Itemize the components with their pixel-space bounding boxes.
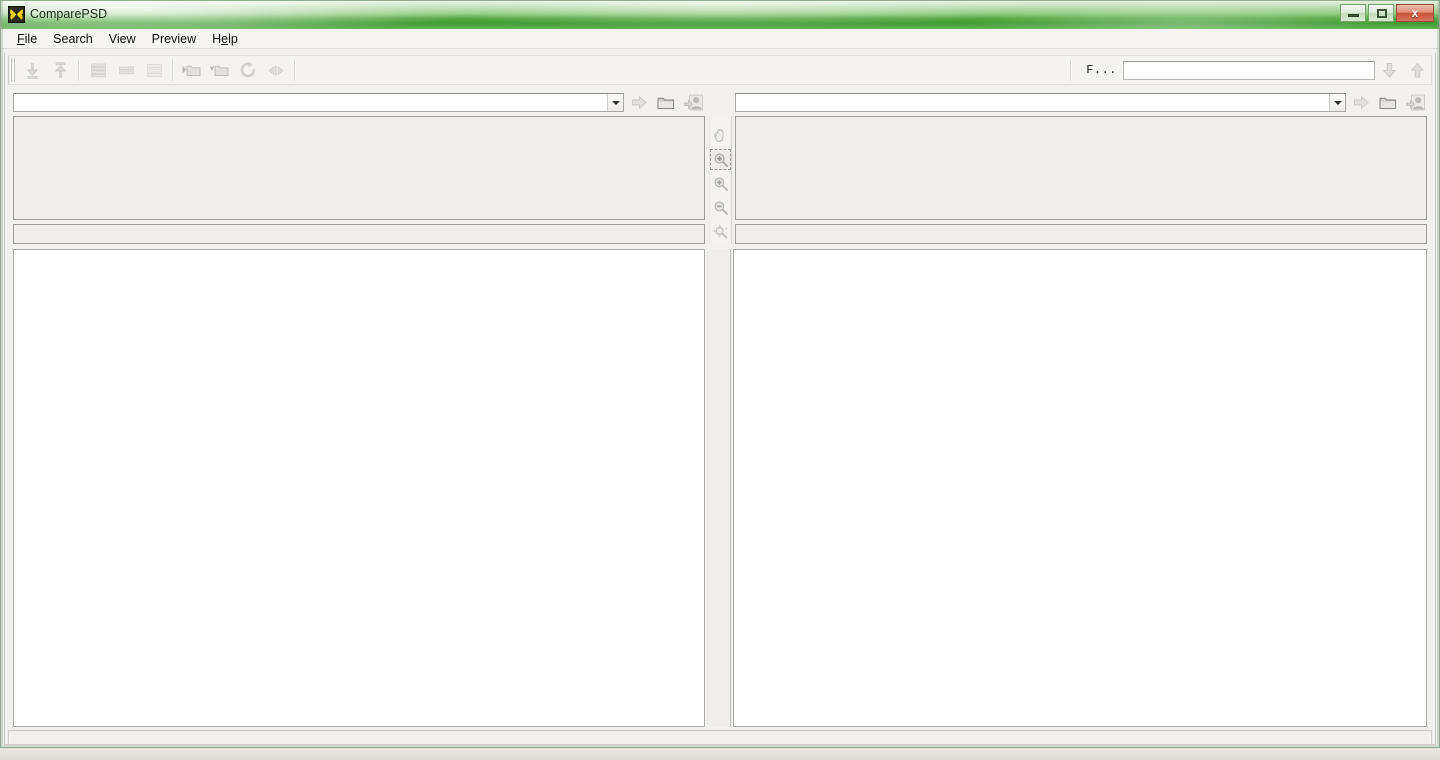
panel-splitter[interactable] bbox=[707, 249, 731, 727]
expand-all-button[interactable] bbox=[46, 57, 74, 83]
status-bar bbox=[8, 730, 1432, 745]
folder-expand-icon bbox=[181, 61, 203, 80]
view-detailed-button[interactable] bbox=[84, 57, 112, 83]
folder-collapse-icon bbox=[209, 61, 231, 80]
swap-arrows-icon bbox=[265, 61, 287, 80]
arrow-up-to-line-icon bbox=[51, 61, 70, 80]
right-preview-info bbox=[735, 224, 1427, 244]
restore-icon bbox=[1377, 9, 1387, 18]
menu-item-view[interactable]: View bbox=[101, 31, 144, 47]
arrow-up-icon bbox=[1408, 61, 1427, 80]
list-rows-two-icon bbox=[117, 61, 136, 80]
zoom-selection-icon bbox=[713, 152, 729, 168]
right-profiles-button[interactable] bbox=[1403, 93, 1427, 112]
application-window: ComparePSD x File Search View Preview He… bbox=[0, 0, 1440, 760]
close-button[interactable]: x bbox=[1396, 4, 1434, 22]
left-preview-info bbox=[13, 224, 705, 244]
right-file-list[interactable] bbox=[733, 249, 1427, 727]
find-next-button[interactable] bbox=[1375, 57, 1403, 83]
user-profile-icon bbox=[683, 94, 703, 111]
right-path-row bbox=[735, 93, 1427, 112]
restore-button[interactable] bbox=[1368, 4, 1394, 22]
hand-icon bbox=[712, 127, 729, 144]
zoom-in-tool[interactable] bbox=[710, 173, 731, 194]
window-controls: x bbox=[1340, 4, 1434, 22]
folder-icon bbox=[1379, 95, 1397, 111]
arrow-down-icon bbox=[1380, 61, 1399, 80]
collapse-all-button[interactable] bbox=[18, 57, 46, 83]
arrow-right-icon bbox=[1353, 94, 1370, 111]
expand-folder-button[interactable] bbox=[178, 57, 206, 83]
menu-item-search[interactable]: Search bbox=[45, 31, 101, 47]
caret-shape bbox=[1333, 100, 1342, 105]
minimize-icon bbox=[1348, 14, 1359, 17]
menu-item-preview[interactable]: Preview bbox=[144, 31, 204, 47]
swap-sides-button[interactable] bbox=[262, 57, 290, 83]
list-rows-three-icon bbox=[145, 61, 164, 80]
close-icon: x bbox=[1411, 6, 1419, 20]
user-profile-icon bbox=[1405, 94, 1425, 111]
right-go-button[interactable] bbox=[1349, 93, 1373, 112]
minimize-button[interactable] bbox=[1340, 4, 1366, 22]
left-path-row bbox=[13, 93, 705, 112]
butterfly-icon bbox=[8, 6, 25, 23]
left-path-input[interactable] bbox=[14, 95, 607, 110]
right-preview-pane[interactable] bbox=[735, 116, 1427, 220]
menu-item-file[interactable]: File bbox=[9, 31, 45, 47]
zoom-fit-tool[interactable] bbox=[710, 221, 731, 242]
refresh-icon bbox=[238, 60, 258, 80]
left-profiles-button[interactable] bbox=[681, 93, 705, 112]
toolbar-separator bbox=[1070, 59, 1073, 81]
toolbar-separator bbox=[172, 59, 174, 81]
zoom-out-tool[interactable] bbox=[710, 197, 731, 218]
preview-tools-toolbar bbox=[709, 116, 732, 244]
left-path-combobox[interactable] bbox=[13, 93, 624, 112]
toolbar-grip[interactable] bbox=[10, 58, 15, 82]
folder-icon bbox=[657, 95, 675, 111]
filter-label: F... bbox=[1086, 63, 1117, 77]
left-browse-button[interactable] bbox=[654, 93, 678, 112]
left-go-button[interactable] bbox=[627, 93, 651, 112]
main-toolbar: F... bbox=[8, 55, 1432, 85]
view-list-button[interactable] bbox=[140, 57, 168, 83]
arrow-right-icon bbox=[631, 94, 648, 111]
status-text bbox=[9, 731, 1431, 733]
left-file-list[interactable] bbox=[13, 249, 705, 727]
toolbar-separator bbox=[78, 59, 80, 81]
title-bar: ComparePSD x bbox=[1, 1, 1439, 29]
left-preview-pane[interactable] bbox=[13, 116, 705, 220]
right-browse-button[interactable] bbox=[1376, 93, 1400, 112]
right-path-combobox[interactable] bbox=[735, 93, 1346, 112]
filter-input[interactable] bbox=[1123, 60, 1375, 80]
window-title: ComparePSD bbox=[30, 7, 108, 21]
refresh-button[interactable] bbox=[234, 57, 262, 83]
right-path-input[interactable] bbox=[736, 95, 1329, 110]
chevron-down-icon[interactable] bbox=[1329, 94, 1345, 111]
menu-bar: File Search View Preview Help bbox=[1, 29, 1439, 49]
zoom-region-tool[interactable] bbox=[710, 149, 731, 170]
arrow-down-to-line-icon bbox=[23, 61, 42, 80]
list-rows-dense-icon bbox=[89, 61, 108, 80]
zoom-fit-icon bbox=[712, 223, 730, 241]
find-previous-button[interactable] bbox=[1403, 57, 1431, 83]
magnifier-minus-icon bbox=[713, 200, 729, 216]
pan-tool[interactable] bbox=[710, 125, 731, 146]
chevron-down-icon[interactable] bbox=[607, 94, 623, 111]
view-compact-button[interactable] bbox=[112, 57, 140, 83]
magnifier-plus-icon bbox=[713, 176, 729, 192]
toolbar-separator bbox=[294, 59, 296, 81]
collapse-folder-button[interactable] bbox=[206, 57, 234, 83]
menu-item-help[interactable]: Help bbox=[204, 31, 246, 47]
comparepsd-window: ComparePSD x File Search View Preview He… bbox=[0, 0, 1440, 748]
caret-shape bbox=[611, 100, 620, 105]
